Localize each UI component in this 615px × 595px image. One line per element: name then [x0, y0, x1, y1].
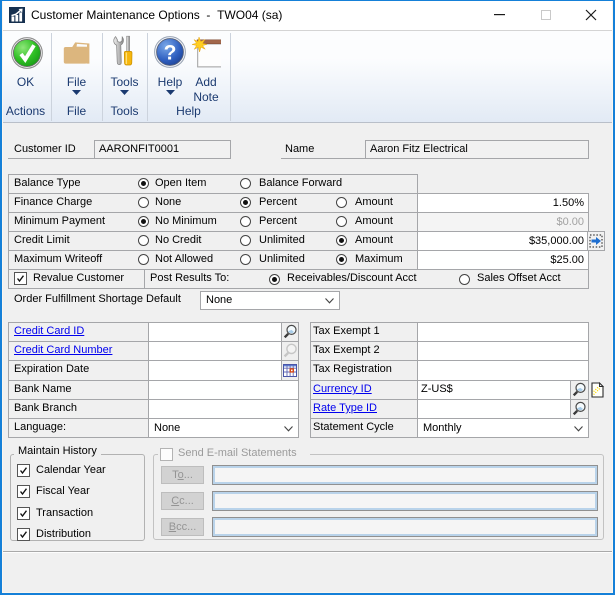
svg-text:?: ? [164, 42, 177, 65]
